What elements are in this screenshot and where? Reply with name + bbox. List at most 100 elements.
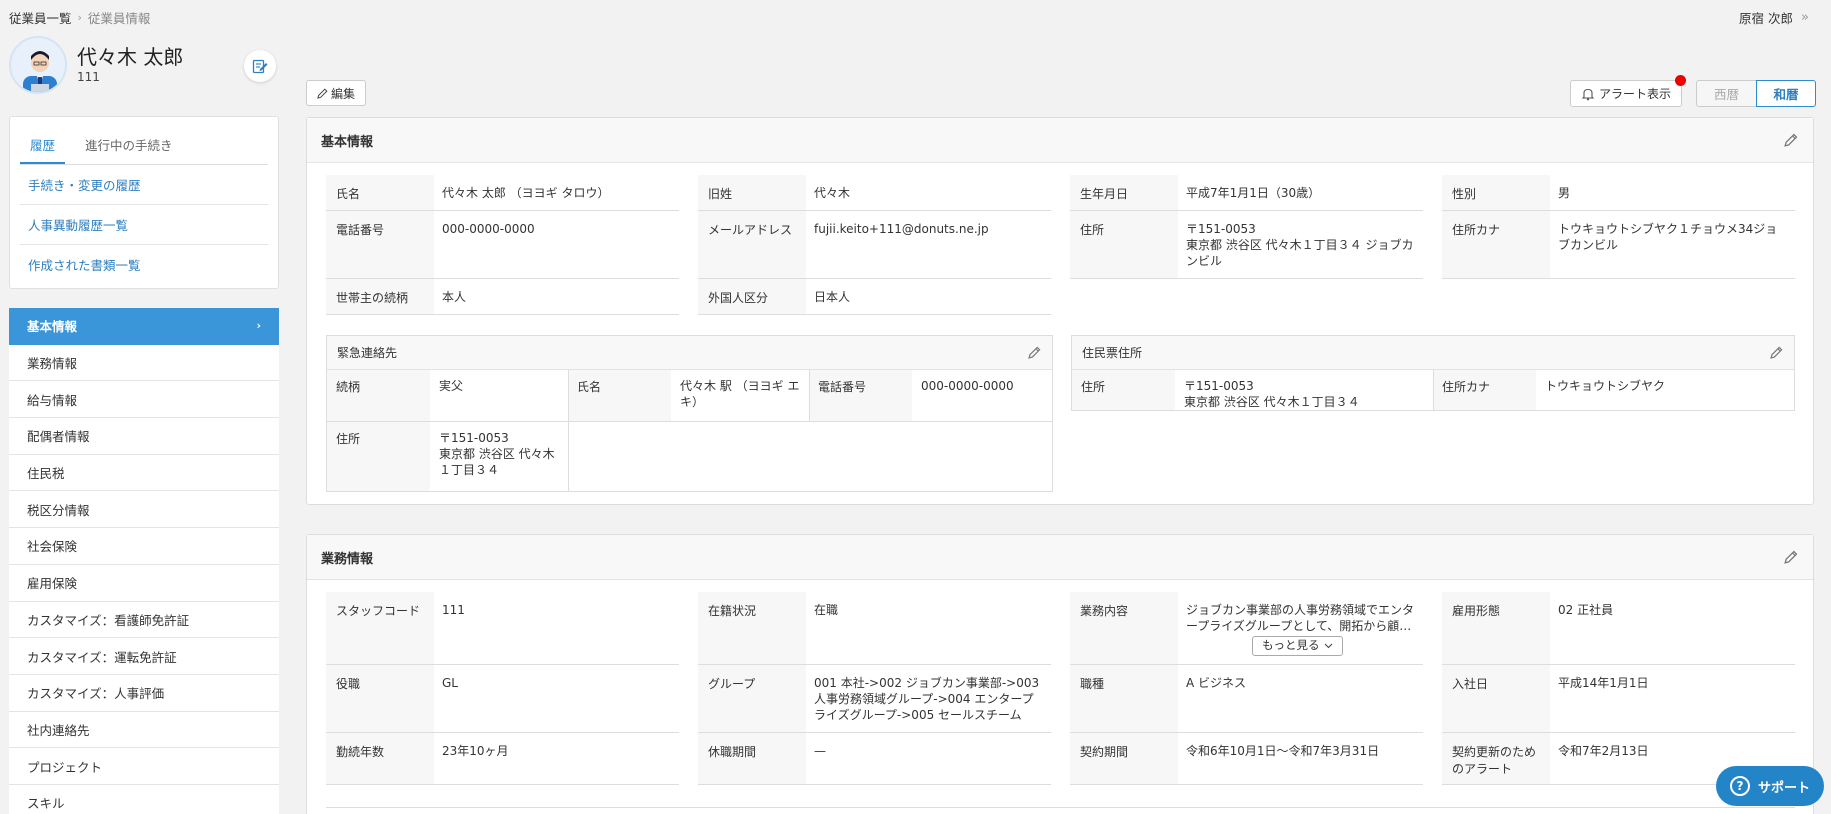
alert-notification-dot [1675, 75, 1686, 86]
nav-item-label: 給与情報 [27, 392, 78, 408]
user-name[interactable]: 原宿 次郎 [1739, 8, 1793, 27]
link-created-documents[interactable]: 作成された書類一覧 [20, 245, 268, 284]
field-label: 外国人区分 [698, 279, 806, 314]
job-description-text: ジョブカン事業部の人事労務領域でエンタープライズグループとして、開拓から顧… [1186, 603, 1415, 634]
field-phone: 電話番号 000-0000-0000 [326, 211, 679, 279]
field-value: 02 正社員 [1550, 592, 1795, 664]
chevron-down-icon [1324, 643, 1332, 649]
nav-item-custom-evaluation[interactable]: カスタマイズ：人事評価 [9, 674, 279, 712]
business-info-header: 業務情報 [307, 535, 1813, 580]
field-email: メールアドレス fujii.keito+111@donuts.ne.jp [698, 211, 1051, 279]
field-label: 役職 [326, 665, 434, 732]
field-employment-type: 雇用形態 02 正社員 [1442, 592, 1795, 665]
field-label: 入社日 [1442, 665, 1550, 732]
field-name: 氏名 代々木 太郎 （ヨヨギ タロウ） [326, 175, 679, 211]
breadcrumb-separator: › [77, 11, 82, 24]
field-value: 令和6年10月1日～令和7年3月31日 [1178, 733, 1423, 784]
alert-display-button[interactable]: アラート表示 [1570, 80, 1682, 107]
field-value: — [806, 733, 1051, 784]
emergency-contact-title: 緊急連絡先 [337, 346, 398, 360]
field-value: A ビジネス [1178, 665, 1423, 732]
alert-display-label: アラート表示 [1598, 87, 1671, 101]
nav-item-salary-info[interactable]: 給与情報 [9, 381, 279, 419]
field-value: 男 [1550, 175, 1795, 210]
field-value: 〒151-0053 東京都 渋谷区 代々木１丁目３４ ジョブカンビル [1178, 211, 1423, 278]
field-value: 平成14年1月1日 [1550, 665, 1795, 732]
field-hire-date: 入社日 平成14年1月1日 [1442, 665, 1795, 733]
field-job-type: 職種 A ビジネス [1070, 665, 1423, 733]
field-label: 生年月日 [1070, 175, 1178, 210]
nav-item-basic-info[interactable]: 基本情報 › [9, 308, 279, 345]
emergency-address-label: 住所 [327, 422, 430, 491]
field-label: 住所 [1070, 211, 1178, 278]
basic-info-section: 基本情報 氏名 代々木 太郎 （ヨヨギ タロウ） 旧姓 代々木 生年月日 平成7年1月… [306, 117, 1814, 505]
nav-item-spouse-info[interactable]: 配偶者情報 [9, 418, 279, 455]
field-label: 電話番号 [326, 211, 434, 278]
nav-item-tax-category[interactable]: 税区分情報 [9, 491, 279, 529]
nav-item-skill[interactable]: スキル [9, 784, 279, 814]
emergency-contact-header: 緊急連絡先 [327, 336, 1052, 370]
nav-item-label: 配偶者情報 [27, 429, 90, 445]
user-menu[interactable]: 原宿 次郎 » [1739, 8, 1809, 27]
chevron-right-icon: › [256, 319, 261, 333]
field-leave-period: 休職期間 — [698, 733, 1051, 785]
pencil-icon[interactable] [1026, 345, 1042, 361]
pencil-icon [317, 87, 328, 99]
field-label: 勤続年数 [326, 733, 434, 784]
tab-history[interactable]: 履歴 [20, 135, 66, 164]
pencil-icon[interactable] [1783, 132, 1799, 148]
section-title: 業務情報 [321, 551, 374, 567]
field-value: 111 [434, 592, 679, 664]
field-value: fujii.keito+111@donuts.ne.jp [806, 211, 1051, 278]
nav-item-custom-nurse-license[interactable]: カスタマイズ：看護師免許証 [9, 601, 279, 639]
emergency-contact-box: 緊急連絡先 続柄 実父 氏名 代々木 駅 （ヨヨギ エキ） 電話番号 000-0… [326, 335, 1053, 492]
emergency-relation-value: 実父 [430, 370, 568, 421]
nav-item-employment-insurance[interactable]: 雇用保険 [9, 564, 279, 602]
field-label: 契約期間 [1070, 733, 1178, 784]
double-chevron-right-icon[interactable]: » [1801, 10, 1809, 25]
bell-icon [1581, 88, 1595, 100]
support-button[interactable]: ? サポート [1716, 766, 1824, 806]
field-value: 在職 [806, 592, 1051, 664]
profile-edit-button[interactable] [244, 50, 276, 82]
emergency-relation-label: 続柄 [327, 370, 430, 421]
link-transfer-history[interactable]: 人事異動履歴一覧 [20, 205, 268, 245]
resident-kana-label: 住所カナ [1433, 370, 1536, 410]
field-label: スタッフコード [326, 592, 434, 664]
field-value: 平成7年1月1日（30歳） [1178, 175, 1423, 210]
link-procedure-history[interactable]: 手続き・変更の履歴 [20, 165, 268, 205]
nav-item-custom-driver-license[interactable]: カスタマイズ：運転免許証 [9, 638, 279, 675]
field-job-description: 業務内容 ジョブカン事業部の人事労務領域でエンタープライズグループとして、開拓か… [1070, 592, 1423, 665]
field-contract-period: 契約期間 令和6年10月1日～令和7年3月31日 [1070, 733, 1423, 785]
field-label: メールアドレス [698, 211, 806, 278]
breadcrumb-parent-link[interactable]: 従業員一覧 [9, 8, 72, 27]
field-label: 雇用形態 [1442, 592, 1550, 664]
field-label: 世帯主の続柄 [326, 279, 434, 314]
emergency-name-value: 代々木 駅 （ヨヨギ エキ） [671, 370, 809, 421]
nav-item-resident-tax[interactable]: 住民税 [9, 454, 279, 492]
field-label: 業務内容 [1070, 592, 1178, 664]
breadcrumb-current: 従業員情報 [87, 11, 151, 26]
employee-id: 111 [77, 70, 100, 84]
field-group: グループ 001 本社->002 ジョブカン事業部->003 人事労務領域グループ… [698, 665, 1051, 733]
employee-name: 代々木 太郎 [77, 45, 184, 69]
tab-in-progress[interactable]: 進行中の手続き [75, 135, 183, 164]
nav-item-project[interactable]: プロジェクト [9, 748, 279, 785]
nav-item-label: 社内連絡先 [27, 722, 90, 738]
pencil-icon[interactable] [1783, 549, 1799, 565]
basic-info-header: 基本情報 [307, 118, 1813, 163]
era-japanese-button[interactable]: 和暦 [1756, 80, 1816, 107]
show-more-button[interactable]: もっと見る [1252, 636, 1343, 656]
resident-address-value: 〒151-0053 東京都 渋谷区 代々木１丁目３４ [1175, 370, 1433, 410]
edit-button[interactable]: 編集 [306, 80, 367, 106]
field-value: 日本人 [806, 279, 1051, 314]
field-value: GL [434, 665, 679, 732]
nav-item-internal-contact[interactable]: 社内連絡先 [9, 711, 279, 749]
section-nav: 基本情報 › 業務情報 給与情報 配偶者情報 住民税 税区分情報 社会保険 雇用保… [9, 308, 279, 814]
support-label: サポート [1757, 780, 1810, 796]
era-western-button[interactable]: 西暦 [1696, 80, 1756, 107]
pencil-icon[interactable] [1768, 345, 1784, 361]
field-label: 契約更新のためのアラート [1442, 733, 1550, 784]
nav-item-social-insurance[interactable]: 社会保険 [9, 528, 279, 565]
nav-item-business-info[interactable]: 業務情報 [9, 344, 279, 382]
